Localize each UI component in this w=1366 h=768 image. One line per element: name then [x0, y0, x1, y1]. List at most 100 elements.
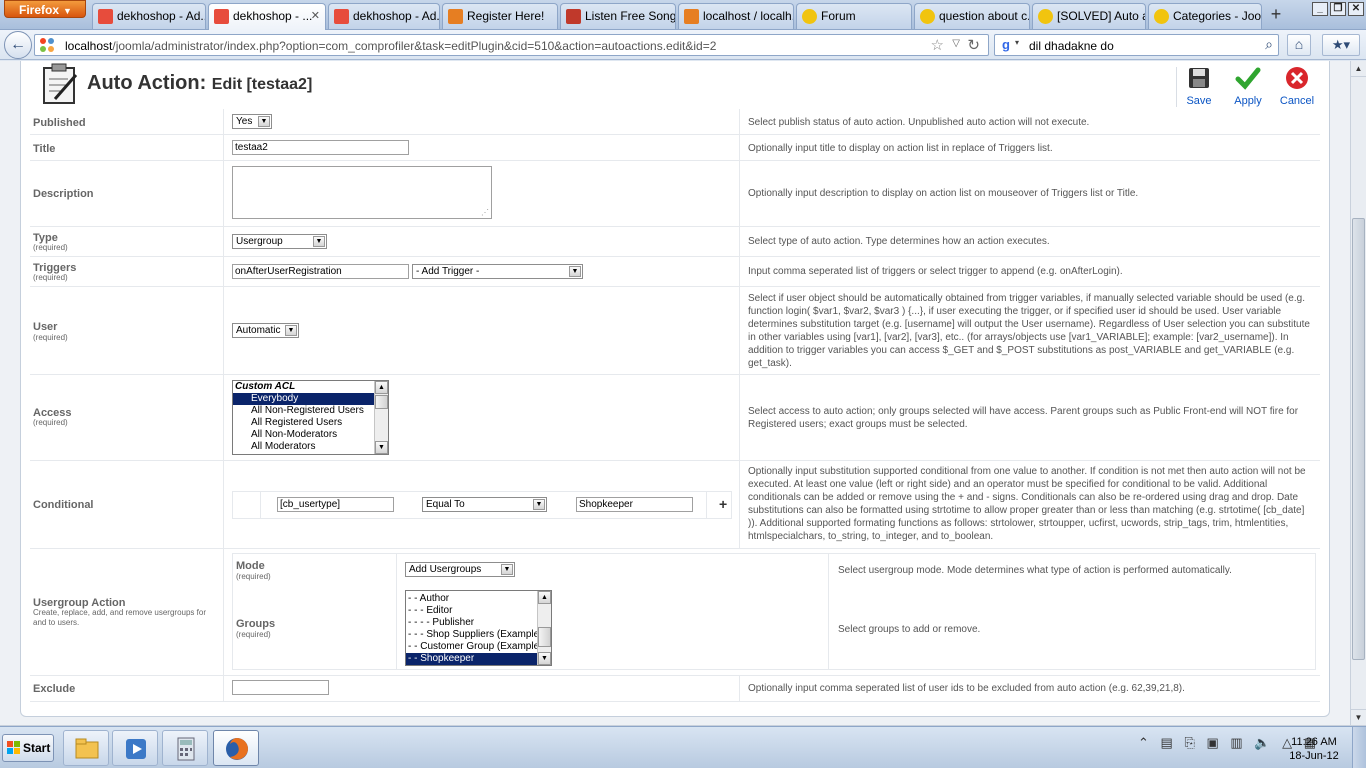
access-option[interactable]: All Non-Registered Users — [233, 405, 388, 417]
resize-grip-icon[interactable]: ⋰ — [481, 208, 489, 217]
mode-label: Mode — [236, 560, 265, 572]
add-trigger-select[interactable]: - Add Trigger - ▼ — [412, 264, 583, 279]
field-cell: [cb_usertype] Equal To ▼ Shopkeeper + — [224, 461, 740, 548]
group-option[interactable]: - - Author — [406, 593, 551, 605]
device-icon[interactable]: ▣ — [1206, 735, 1218, 750]
back-arrow-icon[interactable]: ← — [4, 31, 32, 59]
group-option-selected[interactable]: - - Shopkeeper — [406, 653, 551, 665]
conditional-table: [cb_usertype] Equal To ▼ Shopkeeper + — [232, 491, 732, 519]
type-description: Select type of auto action. Type determi… — [748, 236, 1050, 247]
browser-tab[interactable]: Categories - Joo... — [1148, 3, 1262, 29]
taskbar-media-player[interactable] — [112, 730, 158, 766]
browser-tab[interactable]: Listen Free Song... — [560, 3, 676, 29]
conditional-operator-select[interactable]: Equal To ▼ — [422, 497, 547, 512]
browser-tab-active[interactable]: dekhoshop - ... ✕ — [208, 3, 326, 30]
reload-icon[interactable]: ↻ — [967, 36, 980, 54]
access-listbox[interactable]: Custom ACL Everybody All Non-Registered … — [232, 380, 389, 455]
show-hidden-icons-icon[interactable]: ⌃ — [1138, 735, 1149, 750]
field-cell — [224, 676, 740, 701]
mode-select[interactable]: Add Usergroups ▼ — [405, 562, 515, 577]
scroll-down-icon[interactable]: ▼ — [1351, 709, 1366, 725]
search-magnifier-icon[interactable]: ⌕ — [1265, 36, 1273, 53]
triggers-input[interactable]: onAfterUserRegistration — [232, 264, 409, 279]
browser-tab[interactable]: [SOLVED] Auto a... — [1032, 3, 1146, 29]
chevron-down-icon: ▼ — [569, 266, 581, 277]
usb-icon[interactable]: ⎘ — [1184, 735, 1194, 750]
scroll-up-icon[interactable]: ▲ — [375, 381, 388, 394]
description-textarea[interactable]: ⋰ — [232, 166, 492, 219]
cancel-button[interactable]: Cancel — [1273, 65, 1321, 107]
group-option[interactable]: - - - Shop Suppliers (Example) — [406, 629, 551, 641]
bookmarks-menu-icon[interactable]: ★▾ — [1322, 34, 1360, 56]
listbox-scrollbar[interactable]: ▲ ▼ — [537, 591, 551, 665]
exclude-input[interactable] — [232, 680, 329, 695]
save-button[interactable]: Save — [1175, 65, 1223, 107]
user-label: User — [33, 321, 58, 333]
tab-title: Register Here! — [467, 9, 545, 23]
apply-button[interactable]: Apply — [1224, 65, 1272, 107]
listbox-scrollbar[interactable]: ▲ ▼ — [374, 381, 388, 454]
minimize-window-icon[interactable]: _ — [1312, 2, 1328, 16]
conditional-right-input[interactable]: Shopkeeper — [576, 497, 693, 512]
user-select[interactable]: Automatic ▼ — [232, 323, 299, 338]
forum-favicon-icon — [920, 9, 935, 24]
system-clock[interactable]: 11:26 AM 18-Jun-12 — [1284, 735, 1344, 763]
published-select[interactable]: Yes ▼ — [232, 114, 272, 129]
tab-title: localhost / localh... — [703, 9, 794, 23]
form-row-conditional: Conditional [cb_usertype] Equal To ▼ Shop… — [30, 461, 1320, 549]
joomla-favicon-icon — [40, 38, 54, 52]
browser-tab[interactable]: Forum — [796, 3, 912, 29]
groups-listbox[interactable]: - - Author - - - Editor - - - - Publishe… — [405, 590, 552, 666]
scroll-down-icon[interactable]: ▼ — [538, 652, 551, 665]
add-conditional-icon[interactable]: + — [719, 496, 727, 512]
access-option-selected[interactable]: Everybody — [233, 393, 388, 405]
network-icon[interactable]: ▥ — [1230, 735, 1242, 750]
network-warning-icon[interactable]: ▤ — [1161, 735, 1173, 750]
bookmark-star-icon[interactable]: ☆ — [931, 36, 944, 54]
calculator-icon — [177, 737, 195, 761]
google-search-engine-icon[interactable]: g — [998, 38, 1014, 54]
browser-tab[interactable]: dekhoshop - Ad... — [328, 3, 440, 29]
drag-handle-cell[interactable] — [260, 492, 261, 518]
access-option[interactable]: All Non-Moderators — [233, 429, 388, 441]
conditional-left-input[interactable]: [cb_usertype] — [277, 497, 394, 512]
firefox-menu-button[interactable]: Firefox ▼ — [4, 0, 86, 18]
taskbar-calculator[interactable] — [162, 730, 208, 766]
scroll-up-icon[interactable]: ▲ — [1351, 61, 1366, 77]
page-scrollbar[interactable]: ▲ ▼ — [1350, 61, 1366, 725]
scrollbar-thumb[interactable] — [375, 395, 388, 409]
group-option[interactable]: - - - Editor — [406, 605, 551, 617]
taskbar-explorer[interactable] — [63, 730, 109, 766]
taskbar-firefox[interactable] — [213, 730, 259, 766]
usergroup-action-help: Create, replace, add, and remove usergro… — [33, 608, 206, 627]
home-icon[interactable]: ⌂ — [1287, 34, 1311, 56]
close-tab-icon[interactable]: ✕ — [311, 9, 320, 22]
restore-window-icon[interactable]: ❐ — [1330, 2, 1346, 16]
title-input[interactable]: testaa2 — [232, 140, 409, 155]
close-window-icon[interactable]: ✕ — [1348, 2, 1364, 16]
search-bar[interactable]: g ▾ dil dhadakne do ⌕ — [994, 34, 1279, 56]
type-select[interactable]: Usergroup ▼ — [232, 234, 327, 249]
address-bar[interactable]: localhost/joomla/administrator/index.php… — [34, 34, 989, 56]
browser-tab[interactable]: Register Here! — [442, 3, 558, 29]
history-dropdown-icon[interactable]: ▽ — [952, 38, 960, 49]
search-input[interactable]: dil dhadakne do — [1029, 39, 1114, 53]
start-button[interactable]: Start — [2, 734, 54, 762]
new-tab-button[interactable]: + — [1264, 4, 1288, 26]
volume-icon[interactable]: 🔈 — [1254, 735, 1270, 750]
scroll-up-icon[interactable]: ▲ — [538, 591, 551, 604]
search-engine-dropdown-icon[interactable]: ▾ — [1015, 38, 1019, 47]
access-option[interactable]: All Moderators — [233, 441, 388, 453]
access-option[interactable]: All Registered Users — [233, 417, 388, 429]
scrollbar-thumb[interactable] — [538, 627, 551, 647]
scrollbar-thumb[interactable] — [1352, 218, 1365, 660]
joomla-favicon-icon — [334, 9, 349, 24]
browser-tab[interactable]: question about c... — [914, 3, 1030, 29]
show-desktop-button[interactable] — [1352, 727, 1366, 768]
scroll-down-icon[interactable]: ▼ — [375, 441, 388, 454]
browser-tab[interactable]: dekhoshop - Ad... — [92, 3, 206, 29]
group-option[interactable]: - - Customer Group (Example) — [406, 641, 551, 653]
page-title: Auto Action: Edit [testaa2] — [87, 72, 312, 95]
group-option[interactable]: - - - - Publisher — [406, 617, 551, 629]
browser-tab[interactable]: localhost / localh... — [678, 3, 794, 29]
